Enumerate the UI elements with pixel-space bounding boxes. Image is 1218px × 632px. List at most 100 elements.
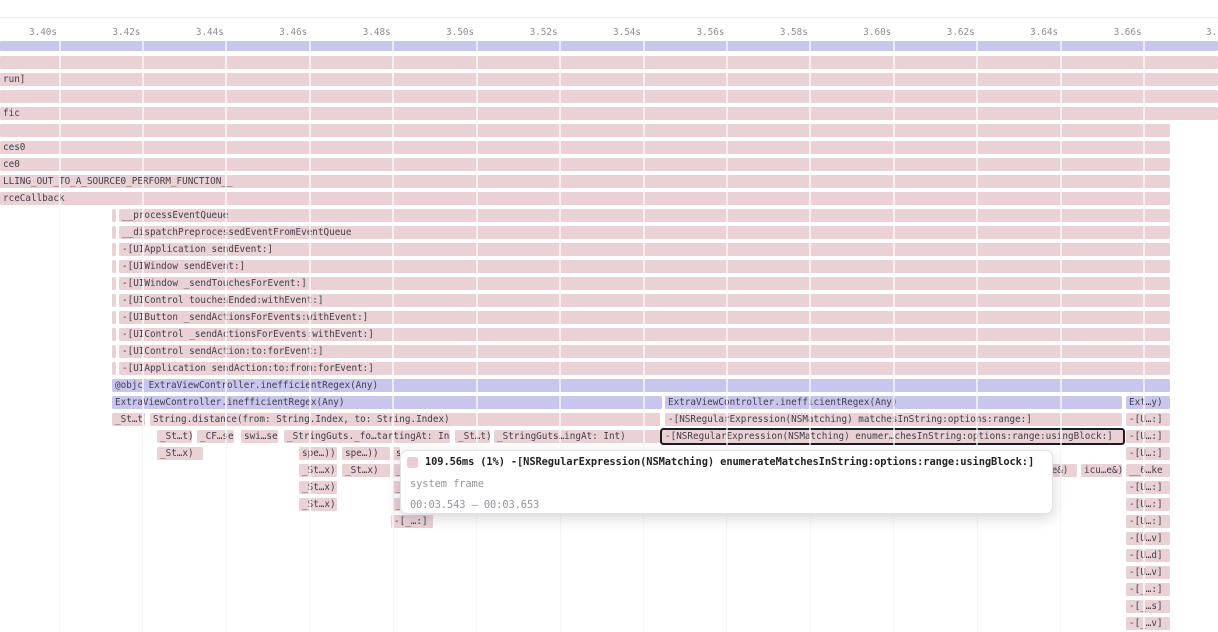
flame-bar[interactable]: _St…t) <box>112 413 145 426</box>
timeline-ruler[interactable]: 3.40s3.42s3.44s3.46s3.48s3.50s3.52s3.54s… <box>0 0 1218 40</box>
flame-bar[interactable]: ce0 <box>0 158 1170 171</box>
flame-bar[interactable]: -[UIApplication sendEvent:] <box>119 243 1170 256</box>
tick-label: 3.64s <box>1030 27 1058 38</box>
flame-bar[interactable]: ExtraViewController.inefficientRegex(Any… <box>665 396 1122 409</box>
tooltip-subtitle: system frame <box>410 478 484 490</box>
flame-bar[interactable] <box>0 124 1170 137</box>
flame-bar[interactable]: -[U…v] <box>1126 532 1170 545</box>
flame-bar[interactable]: -[NSRegularExpression(NSMatching) matche… <box>665 413 1122 426</box>
flame-row: LLING_OUT_TO_A_SOURCE0_PERFORM_FUNCTION_… <box>0 175 1218 188</box>
flame-bar[interactable]: -[U…d] <box>1126 549 1170 562</box>
flame-row: -[_…v] <box>0 617 1218 630</box>
flame-bar[interactable] <box>112 311 116 324</box>
flame-bar[interactable]: _St…x) <box>299 498 337 511</box>
flame-bar[interactable]: icu…e&) <box>1081 464 1122 477</box>
tick-label: 3.58s <box>780 27 808 38</box>
tooltip-duration: 109.56ms <box>425 456 474 468</box>
flame-bar[interactable]: s… <box>393 447 400 460</box>
tick-label: 3.54s <box>613 27 641 38</box>
flame-bar[interactable]: _ <box>393 498 400 511</box>
flame-bar[interactable]: -[U…:] <box>1126 515 1170 528</box>
flame-bar[interactable]: _St…t) <box>157 430 192 443</box>
flame-bar[interactable]: _StringGuts…ingAt: Int) <box>494 430 660 443</box>
flame-row: -[UIApplication sendAction:to:from:forEv… <box>0 362 1218 375</box>
tick-label: 3.52s <box>530 27 558 38</box>
tick-label: 3.62s <box>947 27 975 38</box>
ruler-divider <box>0 17 1218 18</box>
flame-bar[interactable] <box>112 328 116 341</box>
flame-bar[interactable]: _St…x) <box>299 481 337 494</box>
flame-bar[interactable]: -[_…v] <box>1126 617 1170 630</box>
flame-bar[interactable]: LLING_OUT_TO_A_SOURCE0_PERFORM_FUNCTION_… <box>0 175 1170 188</box>
flame-bar[interactable]: -[U…:] <box>1126 498 1170 511</box>
flame-bar[interactable]: String.distance(from: String.Index, to: … <box>150 413 660 426</box>
flame-bar[interactable]: spe…)) <box>299 447 337 460</box>
flame-bar[interactable]: -[U…:] <box>1126 413 1170 426</box>
tick-label: 3.50s <box>446 27 474 38</box>
flame-bar[interactable]: -[_…:] <box>1126 583 1170 596</box>
flame-bar[interactable]: _ <box>393 481 400 494</box>
flame-bar[interactable]: ExtraViewController.inefficientRegex(Any… <box>112 396 662 409</box>
flame-bar[interactable]: -[U…:] <box>1126 481 1170 494</box>
flame-bar[interactable] <box>112 345 116 358</box>
flame-bar[interactable]: Ext…y) <box>1126 396 1170 409</box>
flame-bar[interactable]: @objc ExtraViewController.inefficientReg… <box>112 379 1170 392</box>
tooltip-title: 109.56ms (1%) -[NSRegularExpression(NSMa… <box>407 456 1034 468</box>
tooltip-color-swatch <box>407 457 418 468</box>
flame-bar[interactable]: -[UIWindow sendEvent:] <box>119 260 1170 273</box>
flame-bar[interactable]: -[UIControl _sendActionsForEvents:withEv… <box>119 328 1170 341</box>
flame-bar[interactable]: spe…)) <box>342 447 390 460</box>
tick-label-partial: 3. <box>1206 27 1217 38</box>
flame-bar[interactable] <box>112 277 116 290</box>
selected-flame-bar[interactable]: -[NSRegularExpression(NSMatching) enumer… <box>662 430 1123 443</box>
flame-row: -[U…v] <box>0 532 1218 545</box>
tick-label: 3.44s <box>196 27 224 38</box>
flame-bar[interactable]: __dispatchPreprocessedEventFromEventQueu… <box>119 226 1170 239</box>
flame-bar[interactable]: _St…x) <box>342 464 390 477</box>
flame-row: -[_…:] -[U…:] <box>0 515 1218 528</box>
flame-bar[interactable]: -[_…:] <box>391 515 433 528</box>
flame-row: ces0 <box>0 141 1218 154</box>
flame-bar[interactable]: _St…x) <box>299 464 337 477</box>
flame-row: -[UIControl _sendActionsForEvents:withEv… <box>0 328 1218 341</box>
flame-bar[interactable] <box>0 41 1218 51</box>
flame-bar[interactable]: -[UIButton _sendActionsForEvents:withEve… <box>119 311 1170 324</box>
flame-row <box>0 90 1218 103</box>
tooltip-time-range: 00:03.543 — 00:03.653 <box>410 499 539 511</box>
flame-row: ce0 <box>0 158 1218 171</box>
flame-bar[interactable] <box>0 56 1218 69</box>
flame-bar[interactable]: fic <box>0 107 1218 120</box>
tick-label: 3.42s <box>112 27 140 38</box>
flame-bar[interactable] <box>112 243 116 256</box>
flame-bar[interactable]: _St…t) <box>455 430 490 443</box>
flame-bar[interactable]: __6…ke <box>1126 464 1170 477</box>
tooltip-percent: (1%) <box>480 456 505 468</box>
flame-bar[interactable]: _CF…se <box>197 430 234 443</box>
flame-bar[interactable]: -[_…s] <box>1126 600 1170 613</box>
flame-bar[interactable]: _St…x) <box>157 447 203 460</box>
flame-bar[interactable] <box>112 260 116 273</box>
flame-bar[interactable]: rceCallback <box>0 192 1170 205</box>
flame-bar[interactable]: -[UIApplication sendAction:to:from:forEv… <box>119 362 1170 375</box>
flame-bar[interactable]: run] <box>0 73 1218 86</box>
flame-bar[interactable] <box>112 209 116 222</box>
flame-bar[interactable]: swi…se <box>241 430 278 443</box>
flame-bar[interactable]: -[UIControl sendAction:to:forEvent:] <box>119 345 1170 358</box>
flame-bar[interactable]: _ <box>393 464 400 477</box>
flame-bar[interactable] <box>112 362 116 375</box>
flame-bar[interactable]: _StringGuts._fo…tartingAt: Int) <box>284 430 450 443</box>
flame-bar[interactable]: ces0 <box>0 141 1170 154</box>
tooltip: 109.56ms (1%) -[NSRegularExpression(NSMa… <box>400 450 1053 514</box>
flame-row: run] <box>0 73 1218 86</box>
flame-bar[interactable]: -[UIControl touchesEnded:withEvent:] <box>119 294 1170 307</box>
flame-row <box>0 56 1218 69</box>
flame-bar[interactable] <box>112 294 116 307</box>
flame-bar[interactable]: -[U…:] <box>1126 430 1170 443</box>
flame-bar[interactable] <box>0 90 1218 103</box>
flame-bar[interactable] <box>112 226 116 239</box>
flame-bar[interactable]: -[U…v] <box>1126 566 1170 579</box>
flame-bar[interactable]: __processEventQueue <box>119 209 1170 222</box>
flame-bar[interactable]: -[U…:] <box>1126 447 1170 460</box>
flame-bar[interactable]: -[UIWindow _sendTouchesForEvent:] <box>119 277 1170 290</box>
tick-label: 3.56s <box>696 27 724 38</box>
